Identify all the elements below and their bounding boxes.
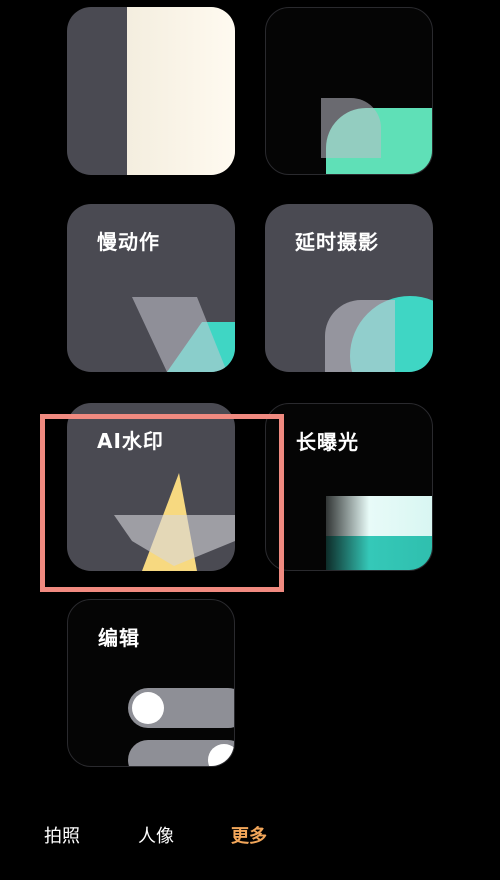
- tab-more[interactable]: 更多: [231, 822, 267, 848]
- tile-timelapse[interactable]: 延时摄影: [265, 204, 433, 372]
- selection-highlight: [40, 414, 284, 592]
- tile-partial-left[interactable]: [67, 7, 235, 175]
- tile-long-exposure-label: 长曝光: [296, 430, 359, 454]
- tab-portrait[interactable]: 人像: [138, 822, 174, 848]
- long-exposure-icon: [326, 496, 432, 536]
- tile-edit-label: 编辑: [98, 626, 140, 650]
- tile-timelapse-label: 延时摄影: [295, 230, 379, 254]
- tile-partial-right[interactable]: [265, 7, 433, 175]
- tile-slow-motion[interactable]: 慢动作: [67, 204, 235, 372]
- tile-edit[interactable]: 编辑: [67, 599, 235, 767]
- slow-motion-icon: [132, 297, 235, 372]
- tab-photo[interactable]: 拍照: [44, 822, 80, 848]
- tile-slow-motion-label: 慢动作: [97, 230, 160, 254]
- tile-long-exposure[interactable]: 长曝光: [265, 403, 433, 571]
